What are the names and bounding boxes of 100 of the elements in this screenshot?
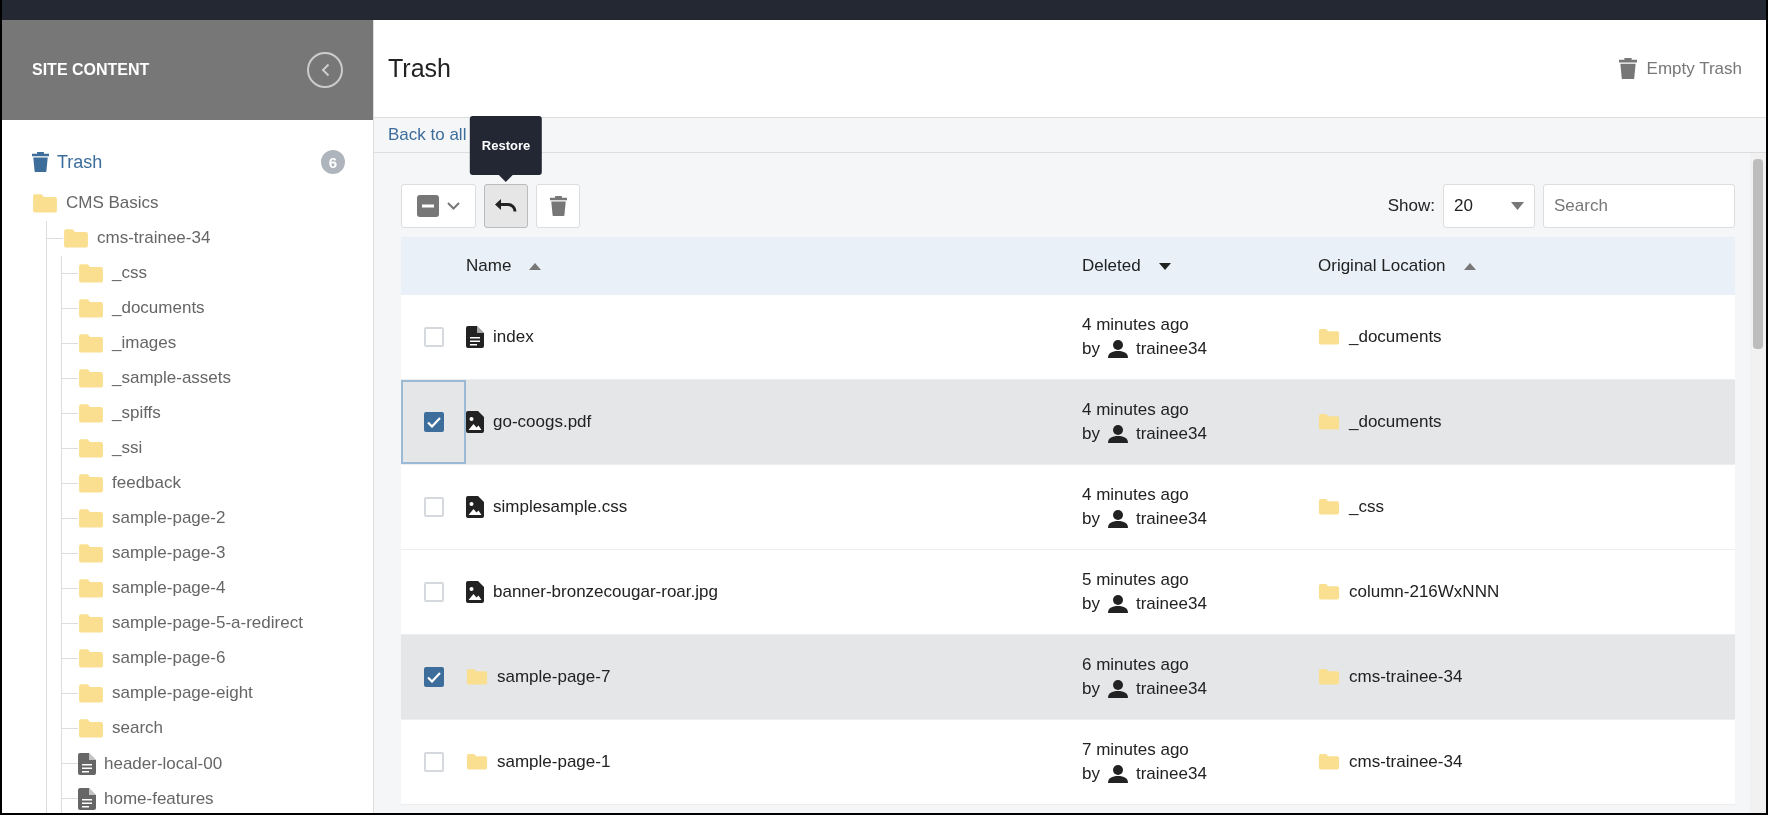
tree-item[interactable]: _images <box>78 333 177 354</box>
by-label: by <box>1082 424 1100 444</box>
image-file-icon <box>466 496 484 518</box>
show-label: Show: <box>1387 196 1435 216</box>
folder-icon <box>78 298 104 319</box>
folder-icon <box>1318 668 1340 686</box>
search-field[interactable]: Search <box>1543 184 1735 228</box>
page-size-select[interactable]: 20 <box>1443 184 1535 228</box>
location-name: column-216WxNNN <box>1349 582 1500 602</box>
tree-item[interactable]: sample-page-4 <box>78 578 226 599</box>
user-name: trainee34 <box>1135 509 1207 529</box>
column-header[interactable]: Deleted <box>1082 256 1171 276</box>
folder-icon <box>78 473 104 494</box>
tree-item[interactable]: sample-page-eight <box>78 683 253 704</box>
folder-icon <box>78 543 104 564</box>
folder-icon <box>63 228 89 249</box>
tree-item[interactable]: sample-page-3 <box>78 543 226 564</box>
user-icon <box>1107 595 1128 613</box>
folder-icon <box>78 648 104 669</box>
tree-item[interactable]: sample-page-5-a-redirect <box>78 613 303 634</box>
deleted-time: 7 minutes ago <box>1082 740 1190 760</box>
tree-item[interactable]: _ssi <box>78 438 143 459</box>
tree-item[interactable]: cms-trainee-34 <box>63 228 211 249</box>
column-header[interactable]: Name <box>466 256 542 276</box>
tree-item[interactable]: feedback <box>78 473 181 494</box>
chevron-left-icon <box>320 63 330 77</box>
file-name: go-coogs.pdf <box>493 412 592 432</box>
image-file-icon <box>466 581 484 603</box>
by-label: by <box>1082 679 1100 699</box>
deleted-time: 5 minutes ago <box>1082 570 1190 590</box>
scrollbar[interactable] <box>1750 153 1766 813</box>
tree-item[interactable]: sample-page-2 <box>78 508 226 529</box>
page-title: Trash <box>388 54 451 83</box>
deleted-time: 6 minutes ago <box>1082 655 1190 675</box>
user-name: trainee34 <box>1135 339 1207 359</box>
by-label: by <box>1082 509 1100 529</box>
tree-item[interactable]: sample-page-6 <box>78 648 226 669</box>
location-name: cms-trainee-34 <box>1349 667 1463 687</box>
chevron-down-icon <box>447 202 460 210</box>
tree-item[interactable]: search <box>78 718 164 739</box>
folder-icon <box>78 368 104 389</box>
location-name: _css <box>1349 497 1384 517</box>
tree-item[interactable]: home-features <box>78 787 214 810</box>
bulk-select-button[interactable] <box>401 184 476 228</box>
tree-item[interactable]: CMS Basics <box>32 193 159 214</box>
folder-icon <box>1318 413 1340 431</box>
document-icon <box>78 752 96 775</box>
folder-icon <box>78 438 104 459</box>
by-label: by <box>1082 764 1100 784</box>
by-label: by <box>1082 339 1100 359</box>
back-link[interactable]: Back to all <box>388 125 467 145</box>
trash-link[interactable]: Trash <box>32 151 103 173</box>
collapse-button[interactable] <box>307 52 343 88</box>
row-checkbox[interactable] <box>423 667 444 687</box>
column-header[interactable]: Original Location <box>1318 256 1476 276</box>
sort-down-icon <box>1158 262 1171 270</box>
by-label: by <box>1082 594 1100 614</box>
deleted-time: 4 minutes ago <box>1082 485 1190 505</box>
user-name: trainee34 <box>1135 424 1207 444</box>
location-name: _documents <box>1349 412 1442 432</box>
trash-icon <box>1618 57 1637 80</box>
tooltip-pointer <box>499 175 513 182</box>
count-badge: 6 <box>321 150 345 174</box>
tree-item[interactable]: _spiffs <box>78 403 161 424</box>
location-name: cms-trainee-34 <box>1349 752 1463 772</box>
undo-icon <box>495 199 517 213</box>
sort-up-icon <box>529 262 542 270</box>
folder-icon <box>78 613 104 634</box>
folder-icon <box>1318 583 1340 601</box>
user-icon <box>1107 680 1128 698</box>
folder-icon <box>1318 328 1340 346</box>
row-checkbox[interactable] <box>423 412 444 432</box>
folder-icon <box>1318 753 1340 771</box>
folder-icon <box>78 578 104 599</box>
table-row[interactable]: sample-page-7 6 minutes ago by trainee34 cms-trainee-34 <box>401 635 1735 720</box>
user-icon <box>1107 425 1128 443</box>
folder-icon <box>78 508 104 529</box>
caret-icon <box>1511 202 1524 210</box>
file-name: sample-page-7 <box>497 667 611 687</box>
sidebar-title: SITE CONTENT <box>32 61 150 79</box>
delete-button[interactable] <box>536 184 580 228</box>
folder-icon <box>466 753 488 771</box>
deleted-time: 4 minutes ago <box>1082 315 1190 335</box>
folder-icon <box>1318 498 1340 516</box>
trash-icon <box>549 195 567 217</box>
document-icon <box>78 787 96 810</box>
folder-icon <box>78 333 104 354</box>
image-file-icon <box>466 411 484 433</box>
file-name: sample-page-1 <box>497 752 611 772</box>
file-name: index <box>493 327 534 347</box>
table-row[interactable]: go-coogs.pdf 4 minutes ago by trainee34 _documents <box>401 380 1735 465</box>
tree-item[interactable]: _sample-assets <box>78 368 232 389</box>
tree-item[interactable]: _css <box>78 263 147 284</box>
empty-trash-button[interactable]: Empty Trash <box>1614 53 1746 84</box>
folder-icon <box>78 263 104 284</box>
tree-item[interactable]: header-local-00 <box>78 752 223 775</box>
folder-icon <box>466 668 488 686</box>
tree-item[interactable]: _documents <box>78 298 205 319</box>
user-name: trainee34 <box>1135 594 1207 614</box>
user-name: trainee34 <box>1135 679 1207 699</box>
